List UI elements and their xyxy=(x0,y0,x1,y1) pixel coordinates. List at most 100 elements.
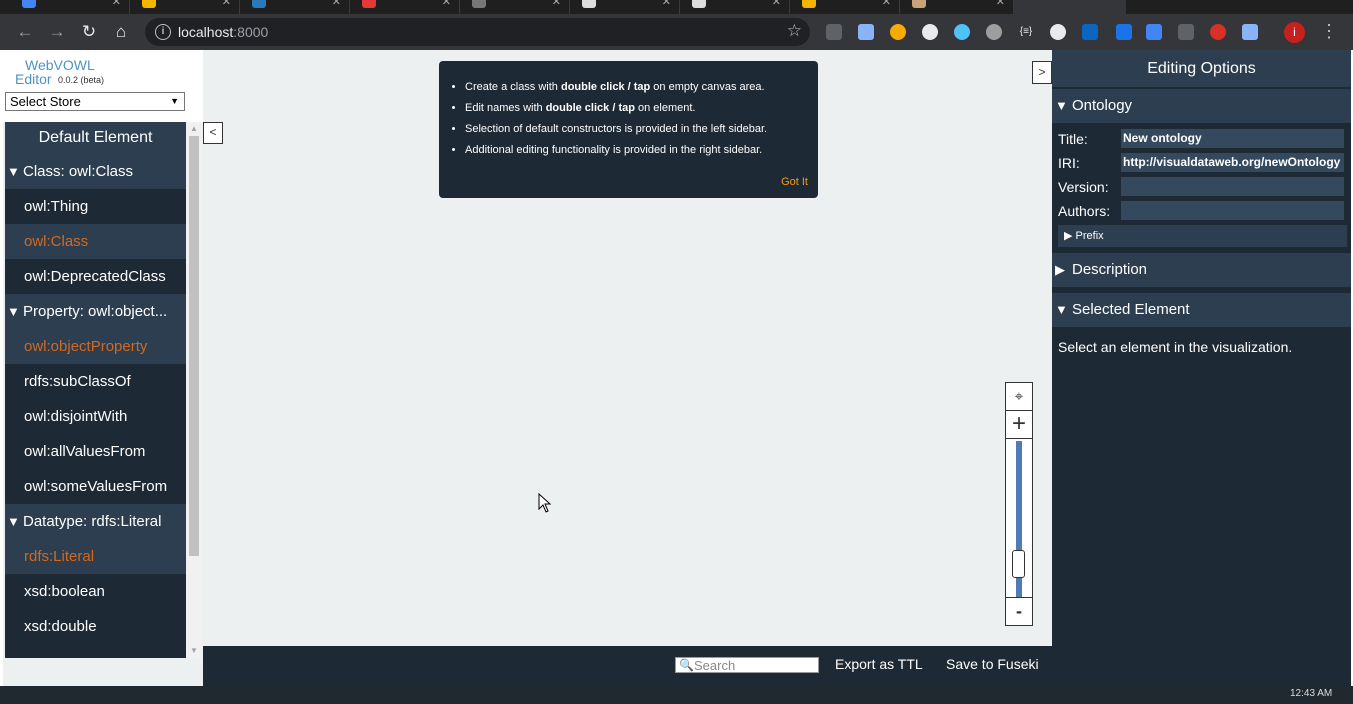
browser-menu-icon[interactable]: ⋮ xyxy=(1320,21,1338,42)
left-sidebar-toggle[interactable]: < xyxy=(203,122,223,144)
chart-extension-icon[interactable] xyxy=(1242,24,1258,40)
browser-tab[interactable]: ✕ xyxy=(570,0,680,14)
tab-close-icon[interactable]: ✕ xyxy=(772,0,781,8)
coin-extension-icon[interactable] xyxy=(890,24,906,40)
json-extension-icon[interactable]: {≡} xyxy=(1018,24,1034,40)
tab-close-icon[interactable]: ✕ xyxy=(332,0,341,8)
store-select[interactable]: Select Store ▼ xyxy=(5,92,185,111)
prefix-toggle[interactable]: ▶ Prefix xyxy=(1058,225,1347,247)
element-owl-somevaluesfrom[interactable]: owl:someValuesFrom xyxy=(5,469,186,504)
browser-tab-active[interactable] xyxy=(1014,0,1126,14)
help-item: Additional editing functionality is prov… xyxy=(465,143,767,164)
eyedropper-extension-icon[interactable] xyxy=(826,24,842,40)
tab-close-icon[interactable]: ✕ xyxy=(222,0,231,8)
authors-field[interactable] xyxy=(1121,201,1344,220)
scroll-up-icon[interactable]: ▲ xyxy=(190,124,198,133)
forward-icon[interactable]: → xyxy=(46,21,68,43)
tab-close-icon[interactable]: ✕ xyxy=(882,0,891,8)
browser-tab[interactable]: ✕ xyxy=(790,0,900,14)
element-owl-class[interactable]: owl:Class xyxy=(5,224,186,259)
collapse-triangle-icon: ▼ xyxy=(7,304,20,319)
center-graph-icon[interactable]: ⌖ xyxy=(1006,383,1032,411)
tab-close-icon[interactable]: ✕ xyxy=(662,0,671,8)
ontology-section-header[interactable]: ▼ Ontology xyxy=(1052,89,1351,123)
tab-favicon-icon xyxy=(22,0,36,8)
code-extension-icon[interactable] xyxy=(1116,24,1132,40)
linkedin-extension-icon[interactable] xyxy=(1082,24,1098,40)
element-xsd-boolean[interactable]: xsd:boolean xyxy=(5,574,186,609)
zoom-control: ⌖ + - xyxy=(1005,382,1033,626)
title-field[interactable]: New ontology xyxy=(1121,129,1344,148)
right-sidebar: Editing Options ▼ Ontology Title: New ont… xyxy=(1052,50,1351,686)
element-owl-disjointwith[interactable]: owl:disjointWith xyxy=(5,399,186,434)
export-ttl-button[interactable]: Export as TTL xyxy=(835,656,923,672)
browser-tab[interactable]: ✕ xyxy=(350,0,460,14)
address-bar[interactable]: i localhost:8000 ☆ xyxy=(145,18,810,46)
search-icon: 🔍 xyxy=(679,658,694,672)
browser-tab[interactable]: ✕ xyxy=(240,0,350,14)
zoom-in-button[interactable]: + xyxy=(1006,411,1032,439)
element-owl-object-property[interactable]: owl:objectProperty xyxy=(5,329,186,364)
browser-tab[interactable]: ✕ xyxy=(900,0,1014,14)
version-field[interactable] xyxy=(1121,177,1344,196)
circle-extension-icon[interactable] xyxy=(986,24,1002,40)
group-header-property[interactable]: ▼ Property: owl:object... xyxy=(5,294,186,329)
iri-field[interactable]: http://visualdataweb.org/newOntology xyxy=(1121,153,1344,172)
adblock-extension-icon[interactable] xyxy=(1210,24,1226,40)
help-list: Create a class with double click / tap o… xyxy=(465,80,767,164)
bottom-bar: 🔍 Export as TTL Save to Fuseki xyxy=(203,646,1052,686)
back-icon[interactable]: ← xyxy=(14,21,36,43)
logo-title: WebVOWL xyxy=(25,57,95,73)
profile-avatar[interactable]: i xyxy=(1284,22,1305,43)
tab-close-icon[interactable]: ✕ xyxy=(552,0,561,8)
tab-favicon-icon xyxy=(582,0,596,8)
site-info-icon[interactable]: i xyxy=(155,24,171,40)
iri-label: IRI: xyxy=(1058,155,1080,171)
a-extension-icon[interactable] xyxy=(954,24,970,40)
flask-extension-icon[interactable] xyxy=(858,24,874,40)
group-header-datatype[interactable]: ▼ Datatype: rdfs:Literal xyxy=(5,504,186,539)
browser-toolbar: ← → ↻ ⌂ i localhost:8000 ☆ {≡} i ⋮ xyxy=(0,14,1353,50)
reload-icon[interactable]: ↻ xyxy=(78,21,100,43)
bookmark-star-icon[interactable]: ☆ xyxy=(787,21,802,41)
help-tooltip: Create a class with double click / tap o… xyxy=(439,61,818,198)
zoom-out-button[interactable]: - xyxy=(1006,597,1032,625)
wave-extension-icon[interactable] xyxy=(1050,24,1066,40)
save-fuseki-button[interactable]: Save to Fuseki xyxy=(946,656,1039,672)
description-section-header[interactable]: ▶ Description xyxy=(1052,253,1351,287)
browser-tab[interactable]: ✕ xyxy=(680,0,790,14)
browser-tab[interactable]: ✕ xyxy=(10,0,130,14)
search-input[interactable] xyxy=(694,658,814,672)
zoom-slider-handle[interactable] xyxy=(1012,549,1025,578)
scrollbar-thumb[interactable] xyxy=(189,136,199,556)
tab-close-icon[interactable]: ✕ xyxy=(442,0,451,8)
right-sidebar-toggle[interactable]: > xyxy=(1032,61,1052,84)
collapse-triangle-icon: ▼ xyxy=(1055,98,1068,113)
left-sidebar-scrollbar[interactable]: ▲ ▼ xyxy=(186,122,203,658)
tab-favicon-icon xyxy=(142,0,156,8)
selected-element-section-header[interactable]: ▼ Selected Element xyxy=(1052,293,1351,327)
element-rdfs-subclassof[interactable]: rdfs:subClassOf xyxy=(5,364,186,399)
tab-close-icon[interactable]: ✕ xyxy=(996,0,1005,8)
collapse-triangle-icon: ▼ xyxy=(7,164,20,179)
element-owl-thing[interactable]: owl:Thing xyxy=(5,189,186,224)
title-row: Title: New ontology xyxy=(1052,127,1351,151)
moon-extension-icon[interactable] xyxy=(922,24,938,40)
element-owl-deprecated-class[interactable]: owl:DeprecatedClass xyxy=(5,259,186,294)
got-it-button[interactable]: Got It xyxy=(781,176,808,188)
home-icon[interactable]: ⌂ xyxy=(110,21,132,43)
group-header-class[interactable]: ▼ Class: owl:Class xyxy=(5,154,186,189)
tab-close-icon[interactable]: ✕ xyxy=(112,0,121,8)
grid-extension-icon[interactable] xyxy=(1178,24,1194,40)
element-owl-allvaluesfrom[interactable]: owl:allValuesFrom xyxy=(5,434,186,469)
browser-tab[interactable]: ✕ xyxy=(460,0,570,14)
translate-extension-icon[interactable] xyxy=(1146,24,1162,40)
mouse-cursor-icon xyxy=(538,493,552,513)
browser-tab-strip: ✕ ✕ ✕ ✕ ✕ ✕ ✕ ✕ ✕ xyxy=(0,0,1353,14)
element-rdfs-literal[interactable]: rdfs:Literal xyxy=(5,539,186,574)
element-xsd-double[interactable]: xsd:double xyxy=(5,609,186,644)
scroll-down-icon[interactable]: ▼ xyxy=(190,646,198,655)
search-field[interactable]: 🔍 xyxy=(675,657,819,673)
browser-tab[interactable]: ✕ xyxy=(130,0,240,14)
help-item: Selection of default constructors is pro… xyxy=(465,122,767,143)
